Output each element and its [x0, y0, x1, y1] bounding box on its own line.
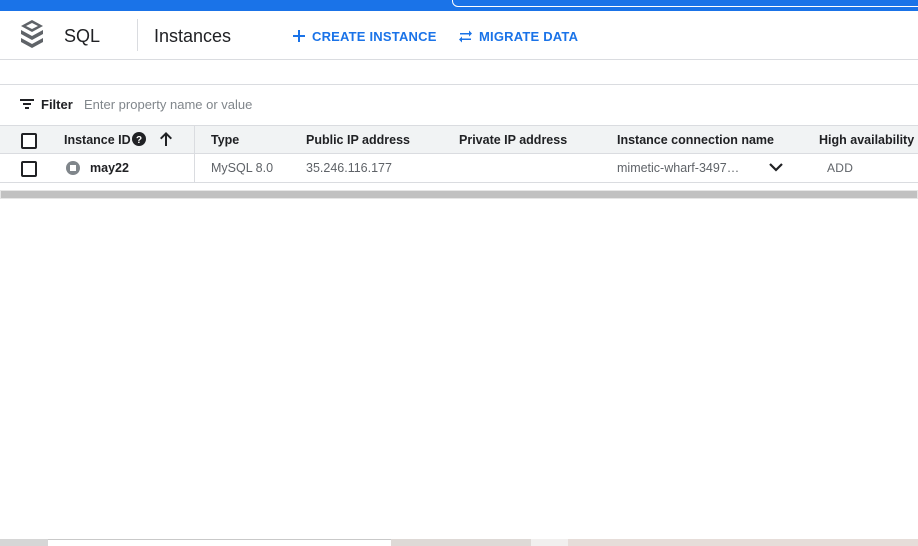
add-high-availability-button[interactable]: ADD — [827, 161, 853, 175]
row-select-checkbox[interactable] — [21, 161, 37, 177]
swap-arrows-icon — [459, 30, 472, 43]
table-row[interactable]: may22 MySQL 8.0 35.246.116.177 mimetic-w… — [0, 154, 918, 183]
public-ip-value: 35.246.116.177 — [306, 161, 392, 175]
column-header-instance-id[interactable]: Instance ID — [64, 133, 131, 147]
page-title: Instances — [154, 26, 232, 46]
plus-icon — [293, 30, 305, 42]
toolbar-divider-line — [0, 84, 918, 85]
filter-lines-icon — [20, 99, 34, 109]
filter-input[interactable] — [84, 94, 384, 114]
filter-bar: Filter — [0, 92, 918, 118]
table-header-row: Instance ID ? Type Public IP address Pri… — [0, 125, 918, 154]
create-instance-label: CREATE INSTANCE — [312, 28, 437, 44]
help-icon[interactable]: ? — [132, 132, 146, 146]
chevron-down-icon[interactable] — [768, 161, 784, 173]
migrate-data-button[interactable]: MIGRATE DATA — [458, 24, 578, 48]
svg-text:?: ? — [136, 135, 142, 146]
sort-ascending-icon[interactable] — [159, 131, 173, 147]
column-header-private-ip[interactable]: Private IP address — [459, 133, 567, 147]
bottom-strip-segment — [391, 539, 531, 546]
migrate-data-label: MIGRATE DATA — [479, 28, 579, 44]
sql-stack-icon — [21, 20, 43, 48]
page-header: SQL Instances CREATE INSTANCE MIGRATE DA… — [0, 11, 918, 60]
column-header-high-availability[interactable]: High availability — [819, 133, 914, 147]
select-all-checkbox[interactable] — [21, 133, 37, 149]
header-divider — [137, 19, 138, 51]
column-header-public-ip[interactable]: Public IP address — [306, 133, 410, 147]
create-instance-button[interactable]: CREATE INSTANCE — [292, 24, 437, 48]
horizontal-scrollbar[interactable] — [0, 190, 918, 199]
connection-name-value: mimetic-wharf-3497… — [617, 161, 740, 175]
instance-type: MySQL 8.0 — [211, 161, 274, 175]
header-divider-line — [0, 59, 918, 60]
column-separator — [194, 154, 195, 182]
column-header-connection-name[interactable]: Instance connection name — [617, 133, 774, 147]
stopped-status-icon — [66, 161, 80, 175]
instance-id-link[interactable]: may22 — [90, 161, 129, 175]
column-header-type[interactable]: Type — [211, 133, 239, 147]
column-separator — [194, 126, 195, 153]
bottom-strip-segment — [48, 539, 391, 546]
top-app-bar — [0, 0, 918, 11]
product-name: SQL — [64, 26, 101, 46]
filter-label: Filter — [41, 97, 73, 112]
top-search-box[interactable] — [452, 0, 918, 7]
bottom-strip-segment — [568, 539, 918, 546]
bottom-strip-segment — [531, 539, 568, 546]
